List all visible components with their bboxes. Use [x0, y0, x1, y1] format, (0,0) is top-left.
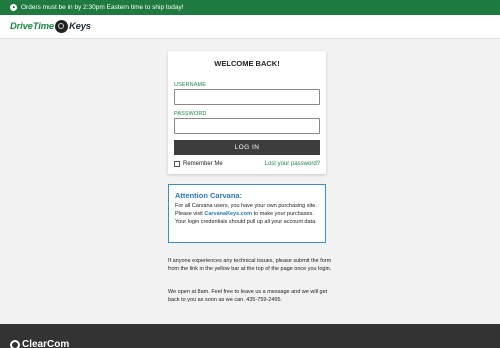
login-card: WELCOME BACK! USERNAME PASSWORD LOG IN R…	[168, 51, 326, 174]
announcement-bar: Orders must be in by 2:30pm Eastern time…	[0, 0, 500, 15]
password-input[interactable]	[174, 118, 320, 134]
remember-me-checkbox[interactable]	[174, 161, 180, 167]
site-header: DriveTime Keys	[0, 15, 500, 39]
site-footer: ClearCom	[0, 324, 500, 348]
technical-issues-text: If anyone experiences any technical issu…	[168, 258, 332, 272]
logo-text-drivetime: DriveTime	[10, 21, 54, 32]
carvana-keys-link[interactable]: CarvanaKeys.com	[204, 211, 252, 217]
announcement-text: Orders must be in by 2:30pm Eastern time…	[21, 4, 184, 11]
remember-me[interactable]: Remember Me	[174, 161, 223, 167]
notice-text: For all Carvana users, you have your own…	[175, 202, 319, 226]
notice-title: Attention Carvana:	[175, 191, 243, 200]
clearcom-mark-icon	[10, 339, 20, 348]
footer-logo-text: ClearCom	[22, 339, 70, 348]
clock-icon	[10, 4, 17, 11]
login-button[interactable]: LOG IN	[174, 140, 320, 155]
logo-text-keys: Keys	[68, 21, 91, 32]
clearcom-logo: ClearCom	[10, 339, 69, 348]
login-title: WELCOME BACK!	[214, 59, 280, 68]
lost-password-link[interactable]: Lost your password?	[265, 161, 320, 167]
username-input[interactable]	[174, 89, 320, 105]
password-label: PASSWORD	[174, 111, 207, 117]
hours-contact-text: We open at 8am. Feel free to leave us a …	[168, 289, 328, 303]
drivetime-keys-logo[interactable]: DriveTime Keys	[10, 20, 91, 33]
username-label: USERNAME	[174, 82, 206, 88]
remember-me-label: Remember Me	[183, 161, 223, 167]
key-icon	[54, 20, 68, 33]
carvana-notice: Attention Carvana: For all Carvana users…	[168, 184, 326, 243]
